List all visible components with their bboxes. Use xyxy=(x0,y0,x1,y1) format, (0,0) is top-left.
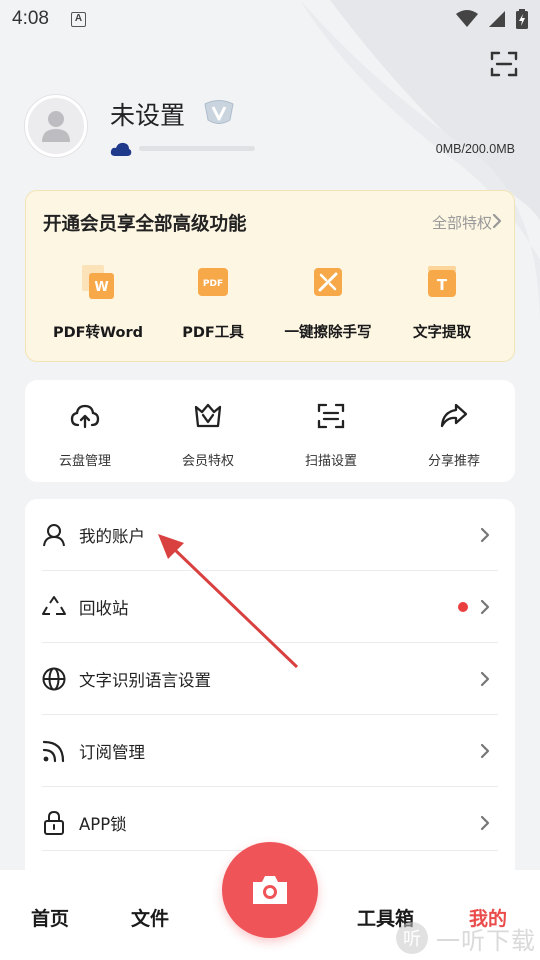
quick-tool-label: 会员特权 xyxy=(181,454,234,469)
storage-text: 0MB/200.0MB xyxy=(435,142,515,156)
recycle-icon xyxy=(42,596,66,615)
settings-item-subscription[interactable]: 订阅管理 xyxy=(25,715,515,787)
camera-button[interactable] xyxy=(222,842,318,938)
quick-tool-label: 云盘管理 xyxy=(58,454,111,469)
avatar[interactable] xyxy=(25,95,87,157)
vip-card[interactable]: 开通会员享全部高级功能 全部特权 W PDF转Word PDF PDF工具 一键… xyxy=(25,190,515,362)
watermark: 听 一听下载 xyxy=(394,920,536,956)
signal-icon xyxy=(489,11,505,27)
text-extract-icon: T xyxy=(428,266,456,297)
camera-icon xyxy=(253,876,287,904)
vip-card-title: 开通会员享全部高级功能 xyxy=(43,214,247,235)
storage-progress-bar xyxy=(139,146,255,151)
quick-tool-cloud[interactable]: 云盘管理 xyxy=(30,400,140,469)
pdf-to-word-icon: W xyxy=(82,265,114,299)
settings-item-ocr-language[interactable]: 文字识别语言设置 xyxy=(25,643,515,715)
notification-dot xyxy=(458,602,468,612)
settings-item-label: 我的账户 xyxy=(79,527,145,546)
vip-feature-pdf-to-word[interactable]: W PDF转Word xyxy=(38,263,158,342)
settings-item-label: APP锁 xyxy=(79,815,127,834)
vip-feature-label: PDF工具 xyxy=(182,325,244,341)
settings-item-label: 订阅管理 xyxy=(79,743,145,762)
quick-tool-label: 分享推荐 xyxy=(427,454,480,469)
erase-handwriting-icon xyxy=(314,268,342,296)
quick-tool-vip[interactable]: 会员特权 xyxy=(153,400,263,469)
settings-item-recycle[interactable]: 回收站 xyxy=(25,571,515,643)
quick-tool-share[interactable]: 分享推荐 xyxy=(399,400,509,469)
vip-feature-label: 文字提取 xyxy=(413,325,471,341)
settings-list: 我的账户 回收站 文字识别语言设置 订阅管理 APP锁 xyxy=(25,499,515,879)
cloud-storage-icon xyxy=(110,142,132,156)
nav-home[interactable]: 首页 xyxy=(31,904,69,931)
globe-icon xyxy=(42,667,66,691)
settings-item-label: 文字识别语言设置 xyxy=(79,671,211,690)
status-bar: 4:08 A xyxy=(0,0,540,38)
status-icons xyxy=(456,9,528,29)
wifi-icon xyxy=(456,10,478,27)
chevron-right-icon xyxy=(480,743,490,759)
nav-files[interactable]: 文件 xyxy=(131,904,169,931)
scan-button[interactable] xyxy=(490,50,518,78)
watermark-text: 一听下载 xyxy=(436,926,536,955)
watermark-glyph: 听 xyxy=(403,929,421,950)
pdf-to-word-badge: W xyxy=(94,280,108,295)
chevron-right-icon[interactable] xyxy=(491,213,503,229)
pdf-tools-icon: PDF xyxy=(198,268,228,296)
settings-item-label: 回收站 xyxy=(79,599,129,618)
rss-icon xyxy=(42,740,65,763)
notification-a-icon: A xyxy=(70,11,86,27)
account-icon xyxy=(43,524,65,547)
vip-feature-text-extract[interactable]: T 文字提取 xyxy=(382,263,502,342)
vip-badge-icon[interactable] xyxy=(202,96,236,128)
vip-feature-erase-handwriting[interactable]: 一键擦除手写 xyxy=(268,263,388,342)
vip-feature-label: PDF转Word xyxy=(52,325,144,341)
chevron-right-icon xyxy=(480,671,490,687)
quick-tool-scan[interactable]: 扫描设置 xyxy=(276,400,386,469)
cloud-icon xyxy=(70,404,100,429)
settings-item-account[interactable]: 我的账户 xyxy=(25,499,515,571)
user-avatar-icon xyxy=(42,111,70,142)
pdf-tools-badge: PDF xyxy=(203,279,223,289)
quick-tools-card: 云盘管理 会员特权 扫描设置 分享推荐 xyxy=(25,380,515,482)
lock-icon xyxy=(44,810,64,835)
text-extract-badge: T xyxy=(437,276,448,294)
status-time: 4:08 xyxy=(12,8,49,29)
chevron-right-icon xyxy=(480,527,490,543)
quick-tool-label: 扫描设置 xyxy=(304,454,357,469)
share-icon xyxy=(440,403,468,428)
watermark-logo: 听 xyxy=(396,922,428,954)
scan-icon xyxy=(317,403,345,429)
chevron-right-icon xyxy=(480,599,490,615)
chevron-right-icon xyxy=(480,815,490,831)
vip-all-privileges-link[interactable]: 全部特权 xyxy=(432,212,492,233)
vip-feature-pdf-tools[interactable]: PDF PDF工具 xyxy=(153,263,273,342)
username[interactable]: 未设置 xyxy=(110,96,185,132)
battery-icon xyxy=(516,9,528,29)
vip-feature-label: 一键擦除手写 xyxy=(284,325,372,341)
vip-crown-icon xyxy=(194,403,222,428)
